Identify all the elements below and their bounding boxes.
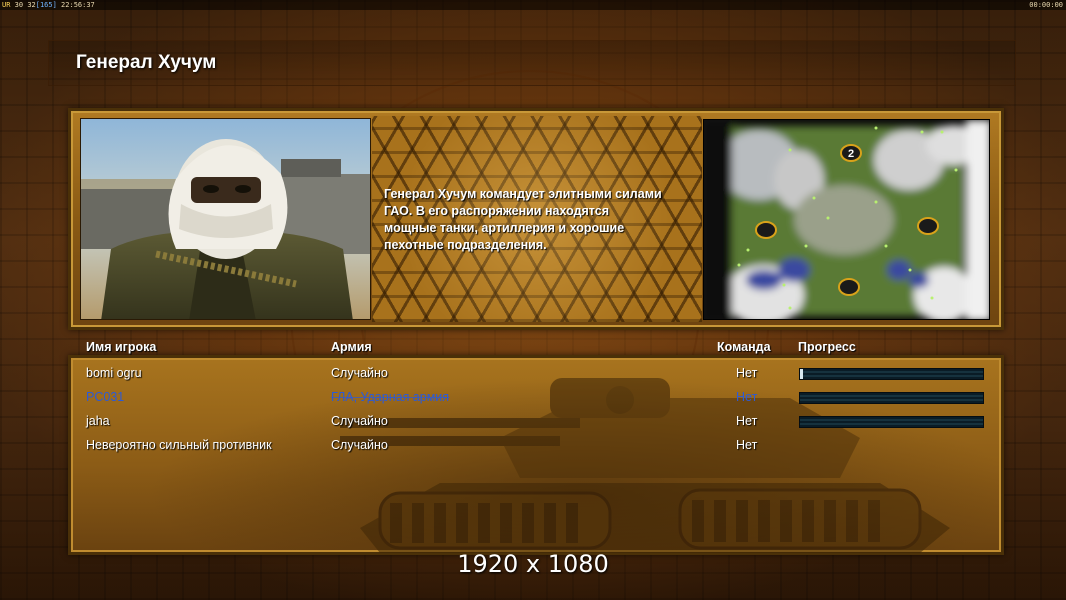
player-name: bomi ogru — [86, 366, 142, 380]
player-team: Нет — [736, 366, 758, 380]
player-team: Нет — [736, 390, 758, 404]
loading-screen: UR 30 32[165] 22:56:37 00:00:00 Генерал … — [0, 0, 1066, 600]
header-progress: Прогресс — [798, 340, 856, 354]
player-row: jaha Случайно Нет — [80, 410, 990, 432]
game-timer: 00:00:00 — [1029, 1, 1063, 9]
fps-value-2: 32 — [27, 1, 36, 9]
progress-bar — [799, 416, 984, 428]
progress-bar — [799, 392, 984, 404]
status-strip: UR 30 32[165] 22:56:37 00:00:00 — [0, 0, 1066, 10]
fps-value: 30 — [14, 1, 24, 9]
player-name: PC031 — [86, 390, 125, 404]
player-row-local: PC031 ГЛА, Ударная армия Нет — [80, 386, 990, 408]
header-team: Команда — [717, 340, 771, 354]
player-army: Случайно — [331, 414, 388, 428]
header-army: Армия — [331, 340, 372, 354]
player-army: Случайно — [331, 366, 388, 380]
progress-fill — [800, 369, 803, 379]
player-army: Случайно — [331, 438, 388, 452]
general-title: Генерал Хучум — [76, 52, 217, 73]
player-army: ГЛА, Ударная армия — [331, 390, 450, 404]
player-name: Невероятно сильный противник — [86, 438, 272, 452]
general-description: Генерал Хучум командует элитными силами … — [384, 187, 662, 252]
ur-label: UR — [2, 1, 11, 9]
resolution-watermark: 1920 x 1080 — [457, 550, 609, 578]
start-slot-label: 2 — [848, 148, 854, 160]
player-row-ai: Невероятно сильный противник Случайно Не… — [80, 434, 990, 456]
general-portrait — [80, 118, 371, 320]
header-player-name: Имя игрока — [86, 340, 157, 354]
player-row: bomi ogru Случайно Нет — [80, 362, 990, 384]
frame-value: [165] — [35, 1, 57, 9]
player-team: Нет — [736, 414, 758, 428]
minimap[interactable]: 2 — [703, 119, 990, 320]
progress-bar — [799, 368, 984, 380]
clock: 22:56:37 — [61, 1, 95, 9]
fps-counter: UR 30 32[165] 22:56:37 — [2, 0, 95, 10]
player-name: jaha — [86, 414, 110, 428]
player-team: Нет — [736, 438, 758, 452]
